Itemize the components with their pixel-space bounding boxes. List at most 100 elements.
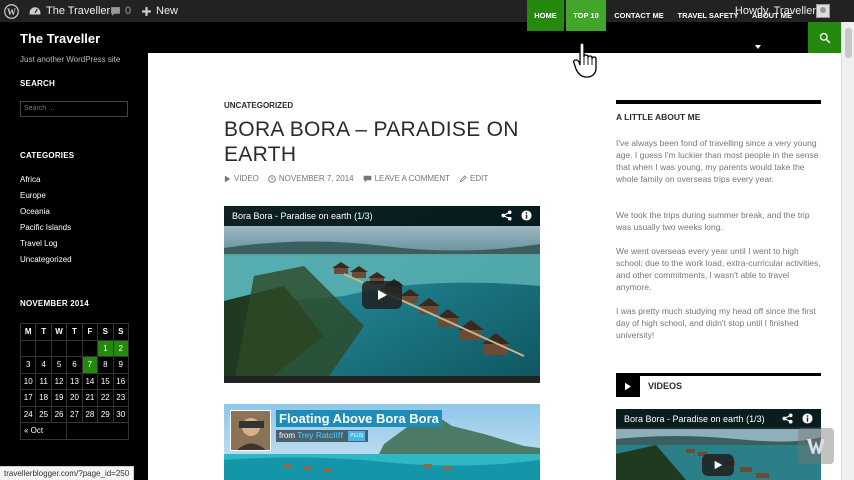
calendar-day: 6 [66, 356, 83, 374]
leave-comment-label: LEAVE A COMMENT [374, 174, 451, 183]
svg-text:W: W [7, 6, 16, 16]
post-category-link[interactable]: UNCATEGORIZED [224, 101, 293, 110]
vimeo-byline: from Trey Ratcliff PLUS [276, 430, 369, 443]
post-date-link[interactable]: NOVEMBER 7, 2014 [268, 174, 354, 183]
admin-bar-comments[interactable]: 0 [110, 0, 131, 22]
site-tagline: Just another WordPress site [20, 55, 121, 64]
post-meta: VIDEO NOVEMBER 7, 2014 LEAVE A COMMENT E… [224, 174, 497, 183]
play-icon [378, 290, 387, 300]
vimeo-author-link[interactable]: Trey Ratcliff [297, 431, 343, 440]
leave-comment-link[interactable]: LEAVE A COMMENT [363, 174, 450, 183]
nav-item-contact-me[interactable]: CONTACT ME [608, 0, 670, 31]
comment-icon [111, 6, 120, 16]
new-label: New [156, 5, 179, 17]
sidebar-video-play-button[interactable] [702, 454, 734, 476]
sidebar-video-title-bar: Bora Bora - Paradise on earth (1/3) [616, 409, 821, 429]
about-paragraph: We went overseas every year until I went… [616, 246, 821, 292]
sidebar-video-title[interactable]: Bora Bora - Paradise on earth (1/3) [624, 414, 765, 424]
calendar-day: 21 [81, 389, 99, 407]
calendar-day: 9 [112, 356, 129, 374]
comment-count: 0 [125, 5, 132, 17]
category-link[interactable]: Uncategorized [20, 252, 72, 268]
admin-bar-new[interactable]: New [141, 0, 178, 22]
category-link[interactable]: Travel Log [20, 236, 72, 252]
edit-post-link[interactable]: EDIT [459, 174, 488, 183]
scrollbar-thumb[interactable] [845, 28, 852, 58]
left-sidebar: The Traveller Just another WordPress sit… [0, 22, 148, 480]
about-widget-title: A LITTLE ABOUT ME [616, 112, 701, 122]
nav-item-travel-safety[interactable]: TRAVEL SAFETY [672, 0, 744, 31]
categories-list: Africa Europe Oceania Pacific Islands Tr… [20, 172, 72, 268]
watermark-logo-icon [798, 428, 834, 464]
dashboard-icon [29, 6, 41, 14]
vimeo-video-player[interactable]: Floating Above Bora Bora from Trey Ratcl… [224, 404, 540, 480]
share-icon[interactable] [501, 210, 512, 221]
calendar-day: 25 [35, 405, 52, 423]
vimeo-from-label: from [279, 431, 295, 441]
video-title[interactable]: Bora Bora - Paradise on earth (1/3) [232, 211, 373, 221]
calendar-day: 30 [112, 405, 129, 423]
calendar-day: 29 [97, 405, 114, 423]
category-link[interactable]: Pacific Islands [20, 220, 72, 236]
calendar-day: 4 [35, 356, 52, 374]
calendar-day: 24 [19, 405, 37, 423]
user-avatar[interactable] [816, 4, 830, 18]
post-title[interactable]: BORA BORA – PARADISE ON EARTH [224, 117, 544, 167]
search-input[interactable]: Search … [20, 101, 128, 117]
calendar-day: 14 [81, 372, 99, 390]
calendar-prev-month-link[interactable]: « Oct [19, 422, 68, 440]
vimeo-video-title[interactable]: Floating Above Bora Bora [276, 410, 442, 427]
play-icon [714, 460, 723, 470]
browser-status-url: travellerblogger.com/?page_id=250 [0, 466, 135, 480]
weekday-header: T [66, 323, 83, 341]
categories-heading: CATEGORIES [20, 151, 75, 160]
weekday-header: W [50, 323, 68, 341]
calendar-day: 5 [50, 356, 68, 374]
search-icon [819, 32, 830, 43]
nav-item-about-me[interactable]: ABOUT ME [746, 0, 796, 50]
post-date: NOVEMBER 7, 2014 [278, 174, 354, 183]
page-scrollbar[interactable] [841, 22, 854, 480]
calendar-day [50, 339, 68, 357]
calendar-day [19, 339, 37, 357]
plus-icon [142, 6, 151, 16]
category-link[interactable]: Europe [20, 188, 72, 204]
calendar-day: 16 [112, 372, 129, 390]
calendar-day [66, 339, 83, 357]
calendar-day: 12 [50, 372, 68, 390]
search-toggle-button[interactable] [808, 22, 841, 53]
category-link[interactable]: Oceania [20, 204, 72, 220]
calendar-day: 10 [19, 372, 37, 390]
calendar-day: 11 [35, 372, 52, 390]
admin-bar-site-name: The Traveller [46, 5, 111, 17]
calendar-day: 27 [66, 405, 83, 423]
site-title[interactable]: The Traveller [20, 31, 100, 46]
about-paragraph: I was pretty much studying my head off s… [616, 306, 816, 340]
calendar-day: 18 [35, 389, 52, 407]
video-format-icon [224, 175, 231, 182]
post-format-link[interactable]: VIDEO [224, 174, 259, 183]
admin-bar-site-link[interactable]: The Traveller [29, 0, 110, 22]
calendar-day: 8 [97, 356, 114, 374]
about-widget-top-rule [616, 100, 821, 104]
category-link[interactable]: Africa [20, 172, 72, 188]
calendar-day: 7 [81, 356, 99, 374]
youtube-video-player[interactable]: Bora Bora - Paradise on earth (1/3) [224, 206, 540, 383]
info-icon[interactable] [802, 413, 813, 424]
calendar-day: 23 [112, 389, 129, 407]
calendar-day: 19 [50, 389, 68, 407]
calendar-day [81, 339, 99, 357]
play-icon [625, 382, 631, 390]
wordpress-logo-icon[interactable]: W [4, 0, 19, 22]
nav-item-top-10[interactable]: TOP 10 [566, 0, 606, 31]
sidebar-youtube-video-player[interactable]: Bora Bora - Paradise on earth (1/3) [616, 409, 821, 480]
weekday-header: F [81, 323, 99, 341]
share-icon[interactable] [782, 413, 793, 424]
comment-bubble-icon [363, 175, 371, 182]
calendar-day: 22 [97, 389, 114, 407]
video-play-button[interactable] [362, 281, 402, 309]
vimeo-author-avatar[interactable] [230, 410, 271, 451]
info-icon[interactable] [521, 210, 532, 221]
calendar-day: 17 [19, 389, 37, 407]
nav-item-home[interactable]: HOME [527, 0, 564, 31]
